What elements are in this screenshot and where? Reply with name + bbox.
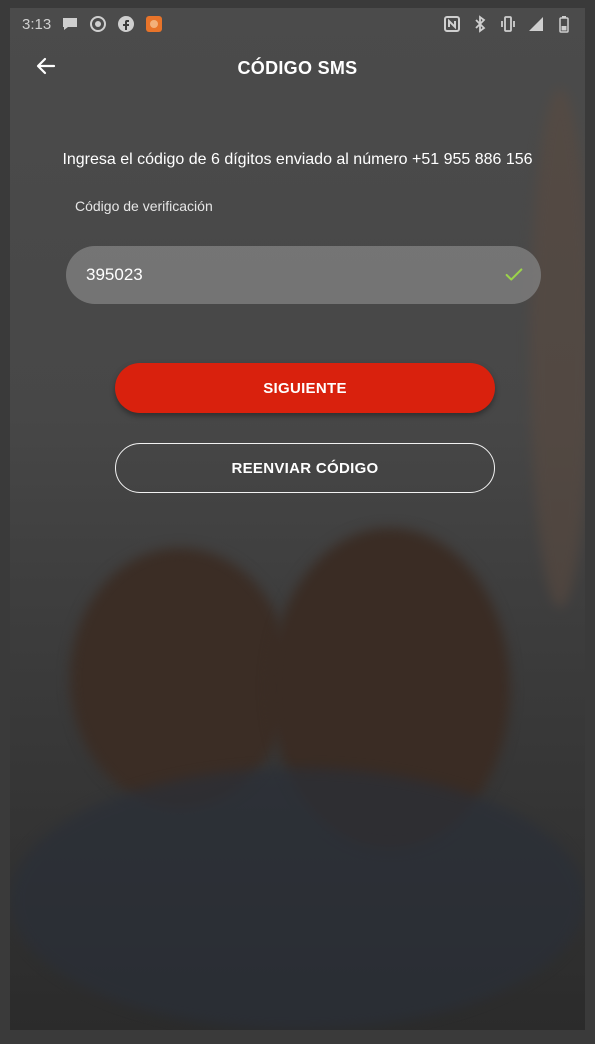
status-left: 3:13: [22, 15, 163, 33]
resend-code-button[interactable]: REENVIAR CÓDIGO: [115, 443, 495, 493]
code-input[interactable]: [84, 264, 503, 286]
code-field-label: Código de verificación: [75, 198, 213, 214]
arrow-left-icon: [34, 54, 58, 83]
app-notification-icon: [145, 15, 163, 33]
facebook-icon: [117, 15, 135, 33]
status-right: [443, 15, 573, 33]
code-field: [66, 246, 541, 304]
chat-bubble-icon: [61, 15, 79, 33]
next-button[interactable]: SIGUIENTE: [115, 363, 495, 413]
status-time: 3:13: [22, 15, 52, 33]
vibrate-icon: [499, 15, 517, 33]
back-button[interactable]: [30, 52, 62, 84]
status-bar: 3:13: [10, 8, 585, 40]
signal-icon: [527, 15, 545, 33]
sms-code-form: Ingresa el código de 6 dígitos enviado a…: [10, 96, 585, 493]
instructions-text: Ingresa el código de 6 dígitos enviado a…: [62, 151, 533, 168]
bluetooth-icon: [471, 15, 489, 33]
page-title: CÓDIGO SMS: [237, 57, 358, 78]
whatsapp-icon: [89, 15, 107, 33]
check-icon: [503, 264, 525, 286]
battery-icon: [555, 15, 573, 33]
nfc-icon: [443, 15, 461, 33]
app-bar: CÓDIGO SMS: [10, 40, 585, 96]
